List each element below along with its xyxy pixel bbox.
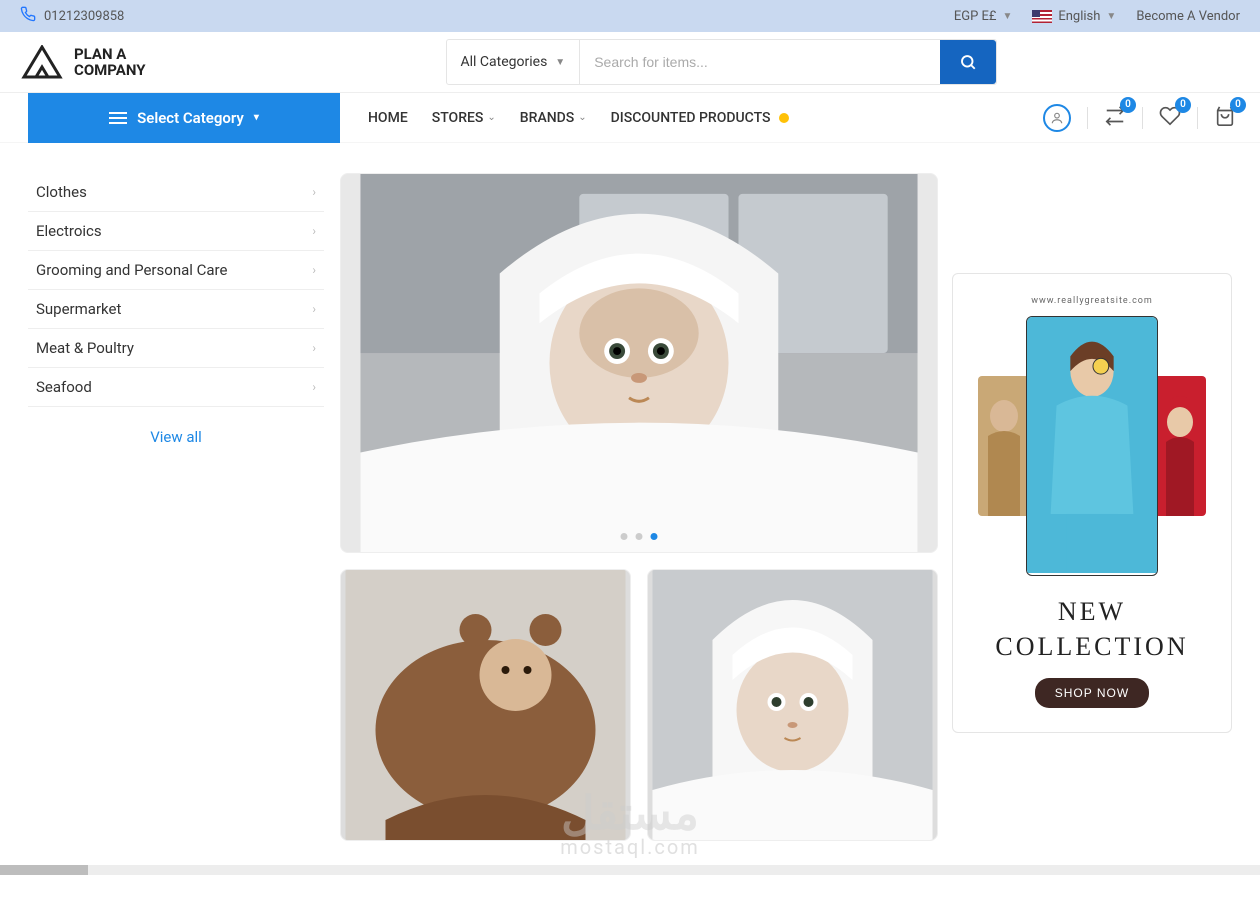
caret-down-icon: ▼ xyxy=(1106,11,1116,22)
sidebar-item-clothes[interactable]: Clothes› xyxy=(28,173,324,212)
compare-button[interactable]: 0 xyxy=(1100,101,1130,135)
nav-discounted[interactable]: DISCOUNTED PRODUCTS xyxy=(611,110,789,126)
search-input[interactable] xyxy=(580,40,940,84)
shop-now-button[interactable]: SHOP NOW xyxy=(1035,678,1149,708)
scrollbar-thumb[interactable] xyxy=(0,865,88,875)
indicator-dot-icon xyxy=(779,113,789,123)
sidebar-item-seafood[interactable]: Seafood› xyxy=(28,368,324,407)
menu-icon xyxy=(109,111,127,125)
search-bar: All Categories ▼ xyxy=(446,39,998,85)
cart-button[interactable]: 0 xyxy=(1210,101,1240,135)
logo[interactable]: PLAN A COMPANY xyxy=(20,45,146,79)
hero-carousel[interactable] xyxy=(340,173,938,553)
caret-down-icon: ▼ xyxy=(1002,11,1012,22)
chevron-right-icon: › xyxy=(312,341,316,355)
chevron-right-icon: › xyxy=(312,185,316,199)
carousel-dot[interactable] xyxy=(636,533,643,540)
caret-down-icon: ▾ xyxy=(254,112,259,123)
phone-icon xyxy=(20,6,36,26)
sidebar-item-grooming[interactable]: Grooming and Personal Care› xyxy=(28,251,324,290)
caret-down-icon: ▼ xyxy=(555,57,565,68)
thumb-image xyxy=(341,570,630,840)
search-button[interactable] xyxy=(940,40,996,84)
chevron-right-icon: › xyxy=(312,380,316,394)
phone-number: 01212309858 xyxy=(44,9,124,24)
chevron-right-icon: › xyxy=(312,263,316,277)
carousel-dot[interactable] xyxy=(621,533,628,540)
banner-photo-right xyxy=(1154,376,1206,516)
carousel-dot-active[interactable] xyxy=(651,533,658,540)
logo-icon xyxy=(20,45,64,79)
main: www.reallygreatsite.com NEWCOLLECTION SH… xyxy=(340,173,1232,841)
wishlist-button[interactable]: 0 xyxy=(1155,101,1185,135)
nav-home[interactable]: HOME xyxy=(368,110,408,126)
banner-photos xyxy=(978,316,1206,576)
compare-badge: 0 xyxy=(1120,97,1136,113)
banner-site: www.reallygreatsite.com xyxy=(1031,296,1153,306)
currency-label: EGP E£ xyxy=(954,9,997,24)
chevron-right-icon: › xyxy=(312,224,316,238)
become-vendor-link[interactable]: Become A Vendor xyxy=(1136,9,1240,24)
account-button[interactable] xyxy=(1039,100,1075,136)
promo-thumb-2[interactable] xyxy=(647,569,938,841)
thumb-image xyxy=(648,570,937,840)
divider xyxy=(1142,107,1143,129)
divider xyxy=(1087,107,1088,129)
language-label: English xyxy=(1058,9,1100,24)
topbar-phone[interactable]: 01212309858 xyxy=(20,6,124,26)
horizontal-scrollbar[interactable] xyxy=(0,865,1260,875)
collection-banner: www.reallygreatsite.com NEWCOLLECTION SH… xyxy=(952,273,1232,733)
sidebar-item-meat[interactable]: Meat & Poultry› xyxy=(28,329,324,368)
nav-stores[interactable]: STORES⌄ xyxy=(432,110,496,126)
divider xyxy=(1197,107,1198,129)
language-selector[interactable]: English ▼ xyxy=(1032,9,1116,24)
hero-image xyxy=(341,174,937,552)
navbar: Select Category ▾ HOME STORES⌄ BRANDS⌄ D… xyxy=(0,92,1260,142)
nav-brands[interactable]: BRANDS⌄ xyxy=(520,110,587,126)
flag-icon xyxy=(1032,10,1052,23)
chevron-down-icon: ⌄ xyxy=(578,112,586,123)
chevron-down-icon: ⌄ xyxy=(487,112,495,123)
banner-title: NEWCOLLECTION xyxy=(995,594,1188,664)
search-category-select[interactable]: All Categories ▼ xyxy=(447,40,581,84)
user-icon xyxy=(1043,104,1071,132)
category-sidebar: Clothes› Electroics› Grooming and Person… xyxy=(28,173,324,841)
banner-photo-main xyxy=(1026,316,1158,576)
search-icon xyxy=(959,53,977,71)
view-all-link[interactable]: View all xyxy=(150,428,202,446)
topbar: 01212309858 EGP E£ ▼ English ▼ Become A … xyxy=(0,0,1260,32)
content: Clothes› Electroics› Grooming and Person… xyxy=(0,143,1260,901)
wishlist-badge: 0 xyxy=(1175,97,1191,113)
currency-selector[interactable]: EGP E£ ▼ xyxy=(954,9,1013,24)
cart-badge: 0 xyxy=(1230,97,1246,113)
carousel-dots xyxy=(621,533,658,540)
sidebar-item-electronics[interactable]: Electroics› xyxy=(28,212,324,251)
chevron-right-icon: › xyxy=(312,302,316,316)
banner-photo-left xyxy=(978,376,1030,516)
promo-thumb-1[interactable] xyxy=(340,569,631,841)
select-category-button[interactable]: Select Category ▾ xyxy=(28,93,340,143)
sidebar-item-supermarket[interactable]: Supermarket› xyxy=(28,290,324,329)
logo-text: PLAN A COMPANY xyxy=(74,46,146,79)
header: PLAN A COMPANY All Categories ▼ xyxy=(0,32,1260,92)
